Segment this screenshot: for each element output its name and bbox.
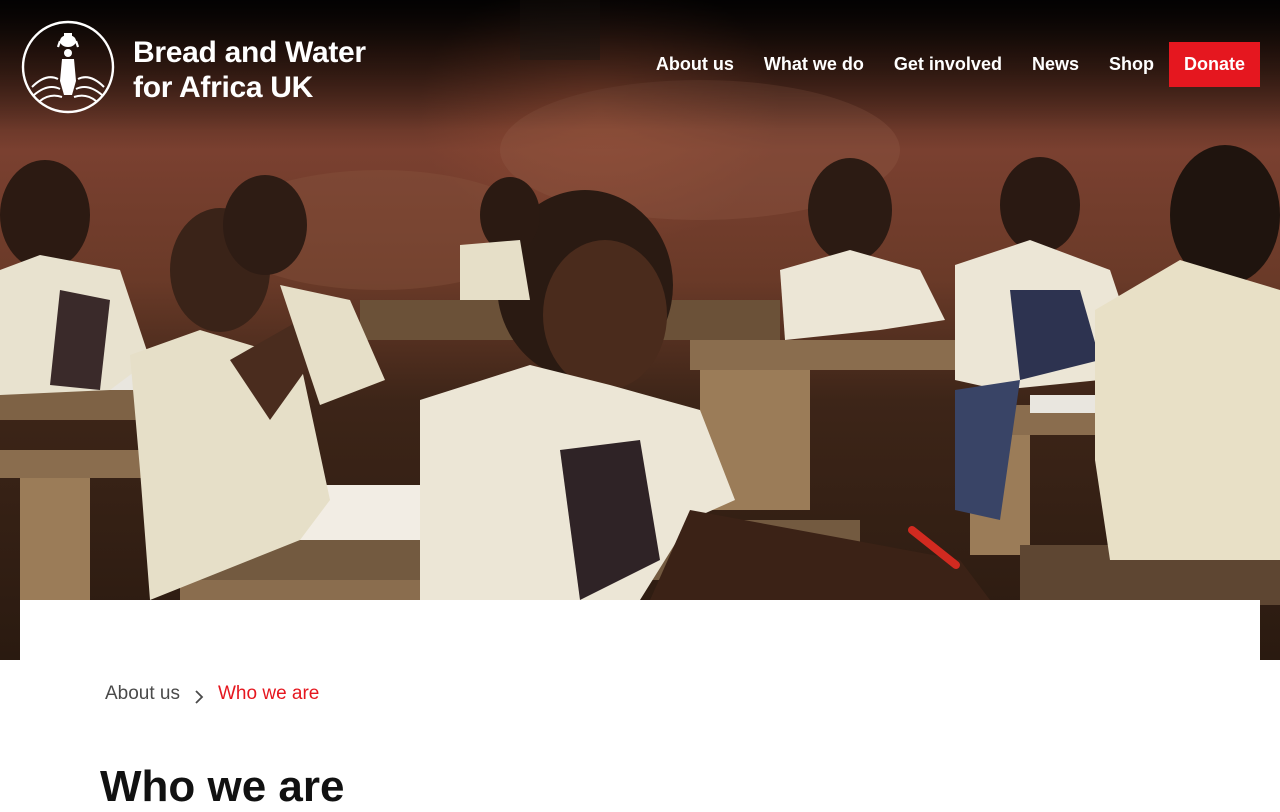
breadcrumb-current: Who we are — [218, 683, 320, 704]
site-name-line1: Bread and Water — [133, 36, 366, 69]
woman-carrying-water-pot-logo-icon — [21, 20, 115, 114]
main-nav: About us What we do Get involved News Sh… — [626, 42, 1260, 87]
site-name[interactable]: Bread and Water for Africa UK — [133, 35, 393, 105]
chevron-right-icon — [194, 687, 204, 704]
nav-item-what-we-do[interactable]: What we do — [764, 54, 864, 75]
donate-button[interactable]: Donate — [1168, 42, 1260, 87]
site-logo[interactable] — [20, 19, 116, 115]
nav-item-news[interactable]: News — [1032, 54, 1079, 75]
nav-item-about-us[interactable]: About us — [656, 54, 734, 75]
page-title: Who we are — [100, 762, 345, 811]
site-name-line2: for Africa UK — [133, 71, 314, 104]
breadcrumb: About us Who we are — [105, 682, 319, 706]
nav-item-shop[interactable]: Shop — [1109, 54, 1154, 75]
breadcrumb-link-about-us[interactable]: About us — [105, 682, 180, 706]
nav-item-get-involved[interactable]: Get involved — [894, 54, 1002, 75]
